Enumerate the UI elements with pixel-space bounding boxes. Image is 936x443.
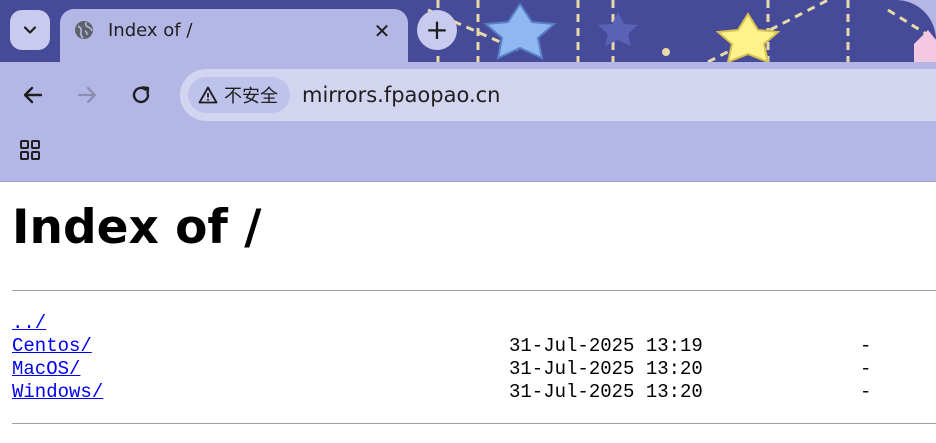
theme-background-art bbox=[408, 0, 936, 62]
entry-size: - bbox=[860, 335, 872, 357]
reload-button[interactable] bbox=[121, 75, 161, 115]
entry-link[interactable]: Windows/ bbox=[12, 381, 103, 404]
tab-close-icon[interactable]: ✕ bbox=[370, 19, 394, 43]
entry-date: 31-Jul-2025 13:20 bbox=[509, 358, 703, 380]
entry-link[interactable]: MacOS/ bbox=[12, 358, 80, 381]
entry-date: 31-Jul-2025 13:19 bbox=[509, 335, 703, 357]
address-bar[interactable]: 不安全 mirrors.fpaopao.cn bbox=[180, 69, 936, 121]
security-label: 不安全 bbox=[224, 86, 278, 107]
new-tab-button[interactable]: + bbox=[417, 10, 457, 50]
entry-date: 31-Jul-2025 13:20 bbox=[509, 381, 703, 403]
apps-grid-icon bbox=[20, 140, 40, 160]
bottom-divider bbox=[12, 423, 936, 424]
active-tab[interactable]: Index of / ✕ bbox=[60, 9, 408, 62]
entry-link[interactable]: Centos/ bbox=[12, 335, 92, 358]
page-title: Index of / bbox=[12, 200, 262, 255]
url-text[interactable]: mirrors.fpaopao.cn bbox=[302, 82, 500, 108]
entry-size: - bbox=[860, 381, 872, 403]
tab-search-button[interactable] bbox=[10, 10, 50, 50]
parent-directory-link[interactable]: ../ bbox=[12, 312, 46, 335]
warning-triangle-icon bbox=[198, 86, 218, 104]
browser-chrome: Index of / ✕ + 不安全 mirrors.fpaopao.cn bbox=[0, 0, 936, 181]
entry-size: - bbox=[860, 358, 872, 380]
forward-button[interactable] bbox=[67, 75, 107, 115]
tab-title: Index of / bbox=[108, 20, 193, 41]
toolbar-divider bbox=[0, 181, 936, 182]
top-divider bbox=[12, 290, 936, 291]
globe-icon bbox=[75, 21, 93, 39]
arrow-right-icon bbox=[77, 86, 97, 104]
apps-button[interactable] bbox=[16, 136, 44, 164]
security-indicator[interactable]: 不安全 bbox=[188, 77, 290, 113]
reload-icon bbox=[132, 86, 150, 104]
back-button[interactable] bbox=[13, 75, 53, 115]
arrow-left-icon bbox=[23, 86, 43, 104]
chevron-down-icon bbox=[23, 26, 37, 34]
plus-icon: + bbox=[425, 13, 449, 46]
